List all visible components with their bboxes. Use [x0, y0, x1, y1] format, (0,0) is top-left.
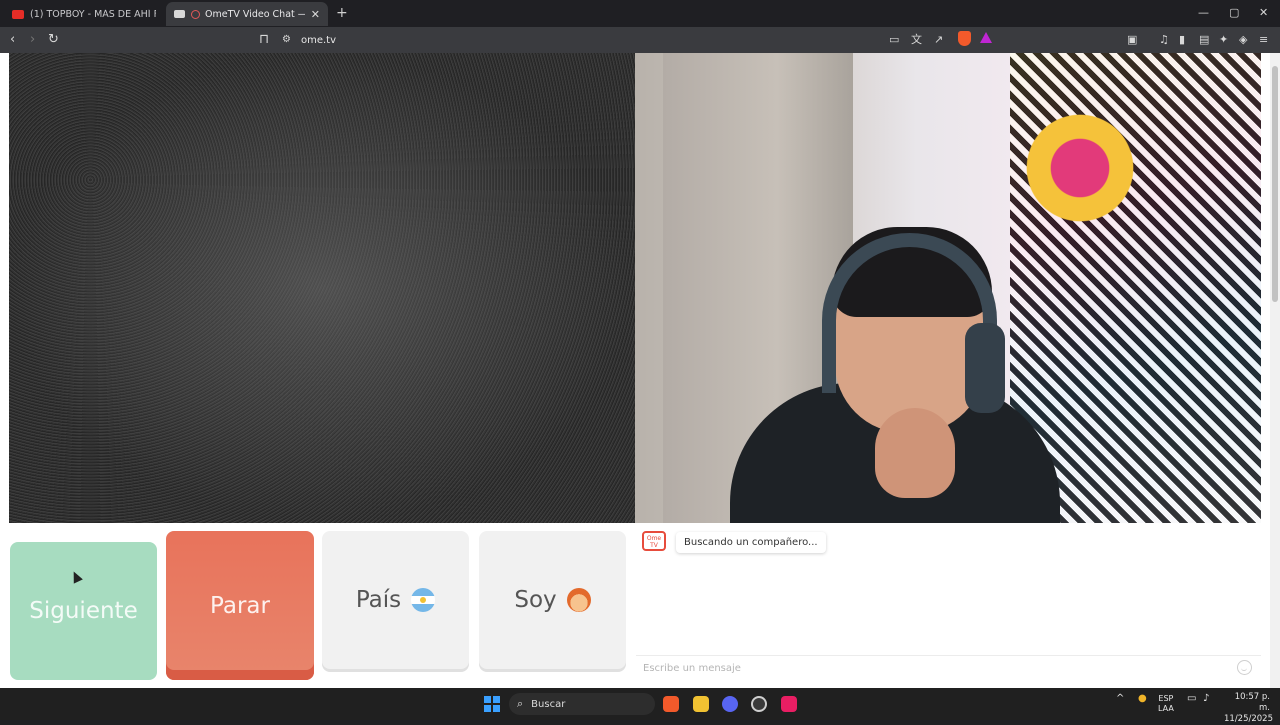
stop-button-label: Parar	[210, 592, 270, 619]
language-indicator[interactable]: ESP LAA	[1158, 694, 1174, 714]
volume-icon[interactable]: ♪	[1203, 694, 1209, 704]
tab-label: (1) TOPBOY - MÁS DE AHÍ FT KZADO	[30, 8, 156, 20]
minimize-button[interactable]: —	[1198, 6, 1209, 19]
person-hand	[875, 408, 955, 498]
tab-label: OmeTV Video Chat — Omegl	[205, 8, 305, 20]
keyboard-layout: LAA	[1158, 704, 1174, 713]
tab-strip: (1) TOPBOY - MÁS DE AHÍ FT KZADO OmeTV V…	[0, 0, 1280, 27]
brave-app-icon[interactable]	[663, 696, 679, 712]
taskbar-clock[interactable]: 10:57 p. m. 11/25/2025	[1224, 692, 1273, 725]
country-button-label: País	[355, 587, 402, 613]
site-settings-icon[interactable]: ⚙	[282, 32, 291, 48]
cast-icon[interactable]: ▭	[889, 32, 899, 48]
next-button-label: Siguiente	[29, 598, 138, 624]
stranger-video	[9, 53, 635, 523]
gender-button-label: Soy	[514, 587, 557, 613]
browser-toolbar: ‹ › ↻ ⊓ ⚙ ome.tv ▭ 文 ↗ ▣ ♫ ▮ ▤ ✦ ◈ ≡	[0, 27, 1280, 53]
brave-rewards-icon[interactable]	[980, 32, 992, 43]
gender-button[interactable]: Soy	[479, 531, 626, 669]
tab-youtube[interactable]: (1) TOPBOY - MÁS DE AHÍ FT KZADO	[4, 2, 164, 26]
youtube-icon	[12, 9, 24, 19]
microphone-icon[interactable]: ●	[1138, 694, 1147, 704]
discord-icon[interactable]	[722, 696, 738, 712]
background-pop-art-detail	[1020, 93, 1140, 243]
bookmark-icon[interactable]: ⊓	[259, 32, 269, 48]
screenshot-icon[interactable]: ▣	[1127, 32, 1137, 48]
self-video	[635, 53, 1261, 523]
ometv-favicon-icon	[174, 10, 185, 18]
status-message: Buscando un compañero...	[676, 532, 826, 553]
wallet-icon[interactable]: ▤	[1199, 32, 1209, 48]
reload-icon[interactable]: ↻	[48, 32, 59, 48]
url-text: ome.tv	[300, 34, 336, 46]
tiktok-icon[interactable]	[781, 696, 797, 712]
tab-ometv[interactable]: OmeTV Video Chat — Omegl ✕	[166, 2, 328, 26]
network-icon[interactable]: ▭	[1187, 694, 1196, 704]
taskbar-search[interactable]: ⌕ Buscar	[509, 693, 655, 715]
share-icon[interactable]: ↗	[934, 32, 943, 48]
menu-icon[interactable]: ≡	[1259, 32, 1268, 48]
maximize-button[interactable]: ▢	[1229, 6, 1239, 19]
tray-overflow-icon[interactable]: ^	[1116, 694, 1124, 704]
headset-earcup	[965, 323, 1005, 413]
country-button[interactable]: País	[322, 531, 469, 669]
sidebar-icon[interactable]: ▮	[1179, 32, 1185, 48]
recording-icon	[191, 9, 200, 19]
tab-close-icon[interactable]: ✕	[311, 8, 320, 21]
vpn-icon[interactable]: ◈	[1239, 32, 1247, 48]
language-code: ESP	[1158, 694, 1174, 703]
taskbar-search-label: Buscar	[531, 698, 566, 710]
message-input[interactable]	[643, 660, 1223, 676]
search-icon: ⌕	[517, 697, 524, 710]
file-explorer-icon[interactable]	[693, 696, 709, 712]
brave-shields-icon[interactable]	[958, 31, 971, 46]
emoji-icon[interactable]	[1237, 660, 1252, 675]
boy-icon	[566, 588, 591, 612]
new-tab-button[interactable]: +	[336, 5, 348, 21]
music-icon[interactable]: ♫	[1159, 32, 1169, 48]
steam-icon[interactable]	[751, 696, 767, 712]
close-window-button[interactable]: ✕	[1259, 6, 1268, 19]
stop-button[interactable]: Parar	[166, 531, 314, 680]
back-icon[interactable]: ‹	[10, 32, 15, 48]
clock-time: 10:57 p. m.	[1234, 692, 1270, 713]
windows-start-icon[interactable]	[484, 696, 500, 712]
translate-icon[interactable]: 文	[911, 32, 922, 48]
chat-divider	[636, 655, 1261, 656]
ometv-logo-icon: Ome TV	[642, 531, 666, 551]
leo-ai-icon[interactable]: ✦	[1219, 32, 1228, 48]
forward-icon[interactable]: ›	[30, 32, 35, 48]
argentina-flag-icon	[411, 588, 436, 612]
webcam-person	[730, 227, 1060, 523]
next-button[interactable]: Siguiente	[10, 542, 157, 680]
address-bar[interactable]: ⚙ ome.tv	[282, 31, 336, 49]
scrollbar-thumb[interactable]	[1272, 66, 1278, 302]
